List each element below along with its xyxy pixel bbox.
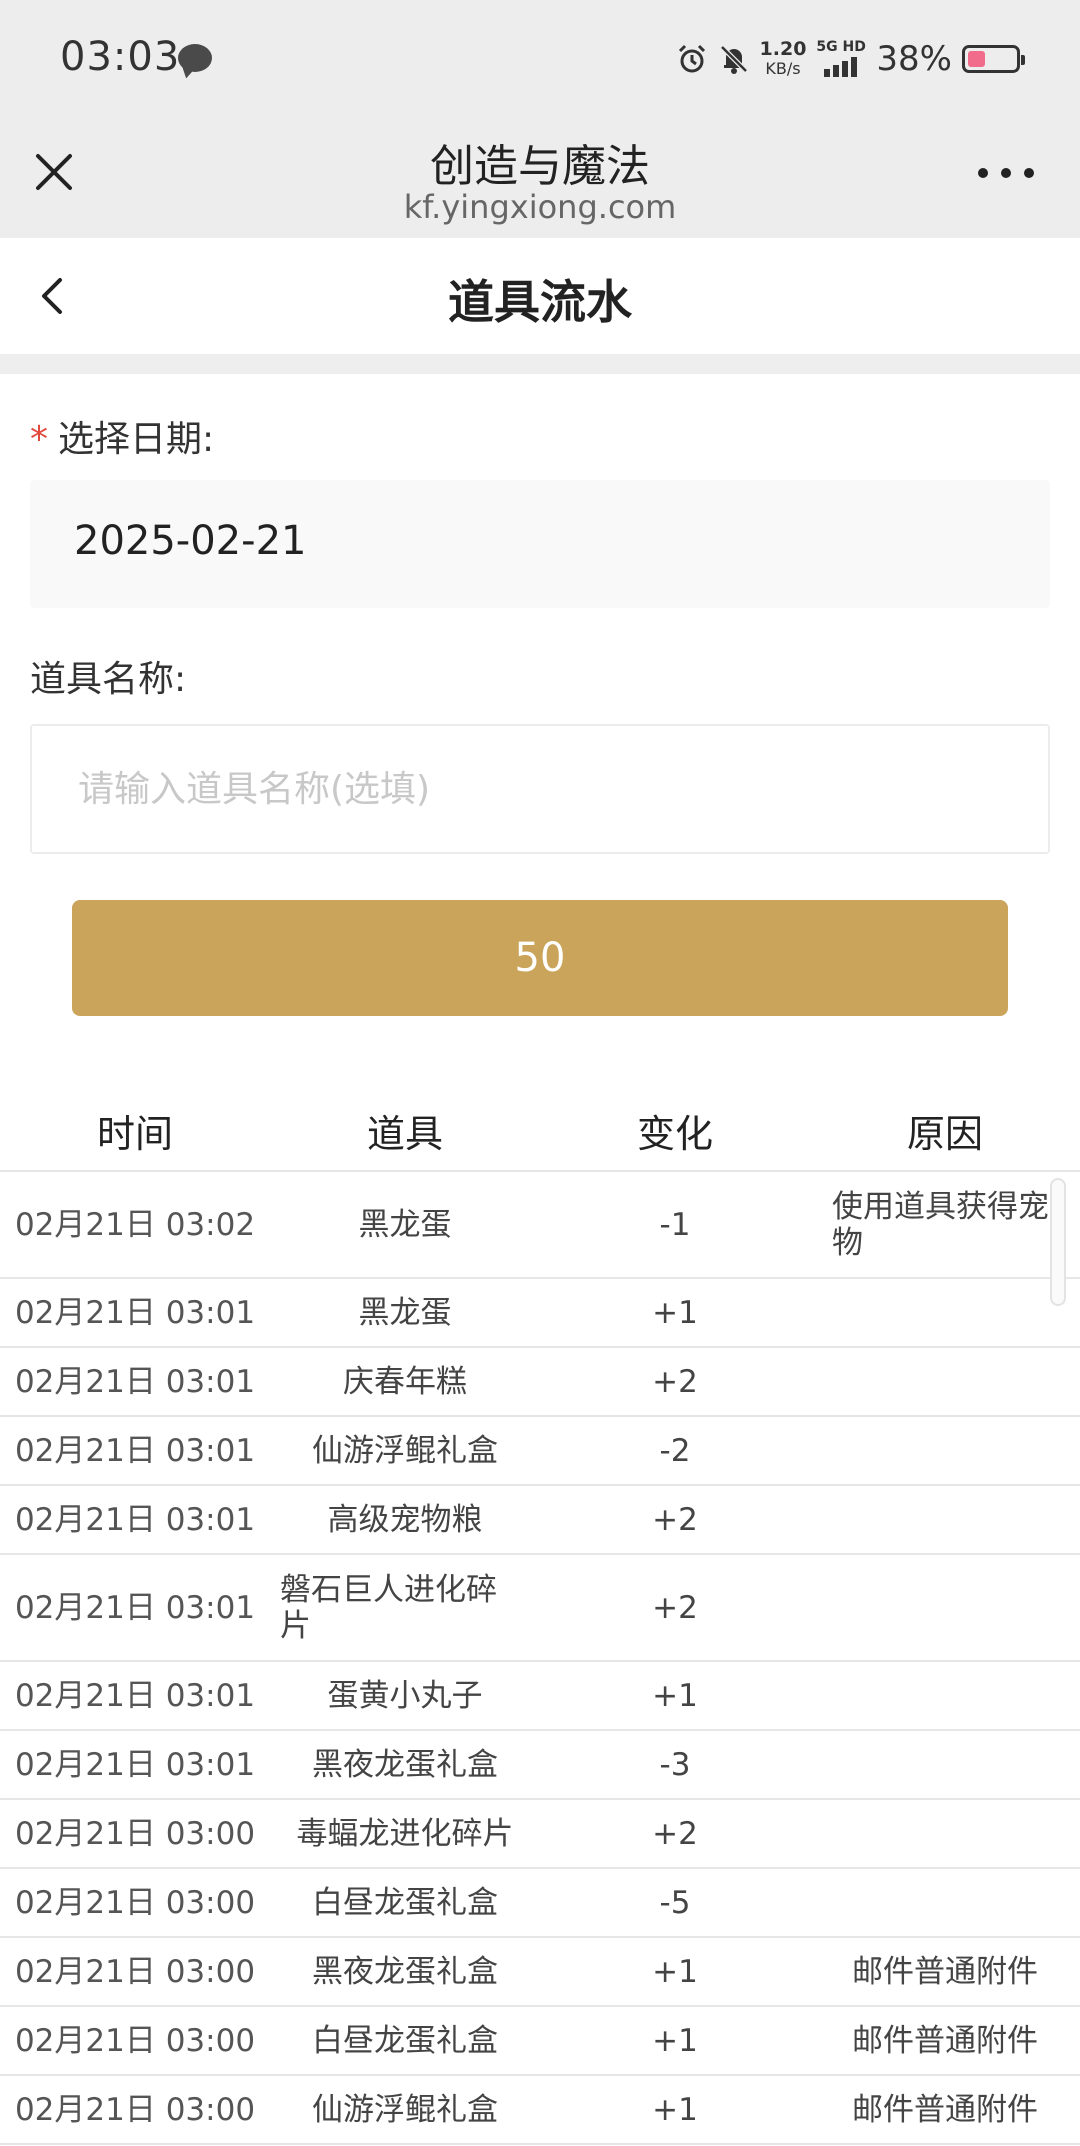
cell-item: 黑夜龙蛋礼盒 <box>312 1746 498 1783</box>
header-time: 时间 <box>96 1111 173 1156</box>
status-bar: 03:03 1.20 KB/s 5G HD 38% <box>0 0 1080 118</box>
cell-reason: 邮件普通附件 <box>852 2091 1038 2128</box>
header-reason: 原因 <box>906 1111 983 1156</box>
cell-change: +2 <box>652 1363 698 1400</box>
cell-change: +2 <box>652 1589 698 1626</box>
cell-time: 02月21日 03:01 <box>14 1589 256 1626</box>
cell-time: 02月21日 03:01 <box>14 1677 256 1714</box>
battery-icon <box>962 45 1025 73</box>
cell-time: 02月21日 03:01 <box>14 1363 256 1400</box>
date-value: 2025-02-21 <box>74 518 307 564</box>
table-row: 02月21日 03:01 仙游浮鲲礼盒 -2 <box>0 1417 1080 1486</box>
table-row: 02月21日 03:01 黑龙蛋 +1 <box>0 1279 1080 1348</box>
cell-time: 02月21日 03:01 <box>14 1294 256 1331</box>
more-icon[interactable] <box>978 168 1034 180</box>
network-speed: 1.20 KB/s <box>759 38 807 79</box>
cell-change: -3 <box>659 1746 691 1783</box>
battery-percent: 38% <box>876 39 952 79</box>
cell-item: 白昼龙蛋礼盒 <box>312 2022 498 2059</box>
network-speed-value: 1.20 <box>759 38 807 60</box>
cell-time: 02月21日 03:00 <box>14 1884 256 1921</box>
cell-time: 02月21日 03:00 <box>14 2091 256 2128</box>
alarm-icon <box>678 44 705 73</box>
cell-change: +1 <box>652 2091 698 2128</box>
browser-title: 创造与魔法 <box>430 141 650 192</box>
status-icons: 1.20 KB/s 5G HD 38% <box>676 36 1025 82</box>
header-item: 道具 <box>366 1111 443 1156</box>
browser-url: kf.yingxiong.com <box>403 188 677 226</box>
cell-time: 02月21日 03:02 <box>14 1206 256 1243</box>
header-change: 变化 <box>636 1111 713 1156</box>
status-time: 03:03 <box>60 34 181 80</box>
section-divider <box>0 354 1080 374</box>
cell-reason: 邮件普通附件 <box>852 1953 1038 1990</box>
cell-time: 02月21日 03:01 <box>14 1501 256 1538</box>
table-row: 02月21日 03:00 仙游浮鲲礼盒 +1 邮件普通附件 <box>0 2076 1080 2145</box>
cell-time: 02月21日 03:00 <box>14 1815 256 1852</box>
chat-notification-icon <box>178 44 212 72</box>
battery-fill <box>968 51 986 67</box>
network-speed-unit: KB/s <box>765 59 801 78</box>
table-row: 02月21日 03:00 毒蝠龙进化碎片 +2 <box>0 1800 1080 1869</box>
item-name-input[interactable] <box>30 724 1050 854</box>
cell-change: +2 <box>652 1501 698 1538</box>
cell-change: +1 <box>652 2022 698 2059</box>
cell-item: 高级宠物粮 <box>327 1501 483 1538</box>
page-header: 道具流水 <box>0 238 1080 354</box>
required-mark: * <box>30 419 48 460</box>
cell-item: 黑龙蛋 <box>358 1294 452 1331</box>
cell-change: -1 <box>659 1206 691 1243</box>
signal-icon: 5G HD <box>816 39 866 77</box>
table-header: 时间 道具 变化 原因 <box>0 1090 1080 1172</box>
table-row: 02月21日 03:01 蛋黄小丸子 +1 <box>0 1662 1080 1731</box>
cell-change: +2 <box>652 1815 698 1852</box>
browser-header: 创造与魔法 kf.yingxiong.com <box>0 118 1080 238</box>
cell-item: 黑龙蛋 <box>358 1206 452 1243</box>
cell-item: 蛋黄小丸子 <box>327 1677 483 1714</box>
cell-change: -2 <box>659 1432 691 1469</box>
table-row: 02月21日 03:00 白昼龙蛋礼盒 +1 邮件普通附件 <box>0 2007 1080 2076</box>
cell-item: 仙游浮鲲礼盒 <box>312 2091 498 2128</box>
date-label-text: 选择日期: <box>58 419 215 460</box>
cell-reason: 邮件普通附件 <box>852 2022 1038 2059</box>
cell-time: 02月21日 03:01 <box>14 1746 256 1783</box>
cell-item: 黑夜龙蛋礼盒 <box>312 1953 498 1990</box>
table-row: 02月21日 03:02 黑龙蛋 -1 使用道具获得宠物 <box>0 1172 1080 1279</box>
cell-item: 磐石巨人进化碎片 <box>280 1571 497 1644</box>
scrollbar[interactable] <box>1050 1178 1066 1306</box>
cell-change: +1 <box>652 1677 698 1714</box>
page-title: 道具流水 <box>448 275 632 329</box>
item-log-table: 时间 道具 变化 原因 02月21日 03:02 黑龙蛋 -1 使用道具获得宠物… <box>0 1090 1080 2145</box>
table-row: 02月21日 03:01 庆春年糕 +2 <box>0 1348 1080 1417</box>
cell-item: 仙游浮鲲礼盒 <box>312 1432 498 1469</box>
item-name-label: 道具名称: <box>30 659 187 700</box>
cell-change: +1 <box>652 1953 698 1990</box>
cell-change: +1 <box>652 1294 698 1331</box>
cell-time: 02月21日 03:00 <box>14 1953 256 1990</box>
cell-item: 毒蝠龙进化碎片 <box>296 1815 514 1852</box>
cell-item: 庆春年糕 <box>343 1363 467 1400</box>
cell-item: 白昼龙蛋礼盒 <box>312 1884 498 1921</box>
table-row: 02月21日 03:00 白昼龙蛋礼盒 -5 <box>0 1869 1080 1938</box>
table-row: 02月21日 03:01 高级宠物粮 +2 <box>0 1486 1080 1555</box>
table-row: 02月21日 03:00 黑夜龙蛋礼盒 +1 邮件普通附件 <box>0 1938 1080 2007</box>
submit-button[interactable]: 50 <box>72 900 1008 1016</box>
cell-time: 02月21日 03:00 <box>14 2022 256 2059</box>
cell-reason: 使用道具获得宠物 <box>832 1188 1049 1261</box>
cell-time: 02月21日 03:01 <box>14 1432 256 1469</box>
table-row: 02月21日 03:01 磐石巨人进化碎片 +2 <box>0 1555 1080 1662</box>
network-type-label: 5G HD <box>816 39 866 55</box>
date-label: * 选择日期: <box>30 410 214 462</box>
bell-muted-icon <box>719 45 748 74</box>
table-row: 02月21日 03:01 黑夜龙蛋礼盒 -3 <box>0 1731 1080 1800</box>
cell-change: -5 <box>659 1884 691 1921</box>
date-picker[interactable]: 2025-02-21 <box>30 480 1050 608</box>
